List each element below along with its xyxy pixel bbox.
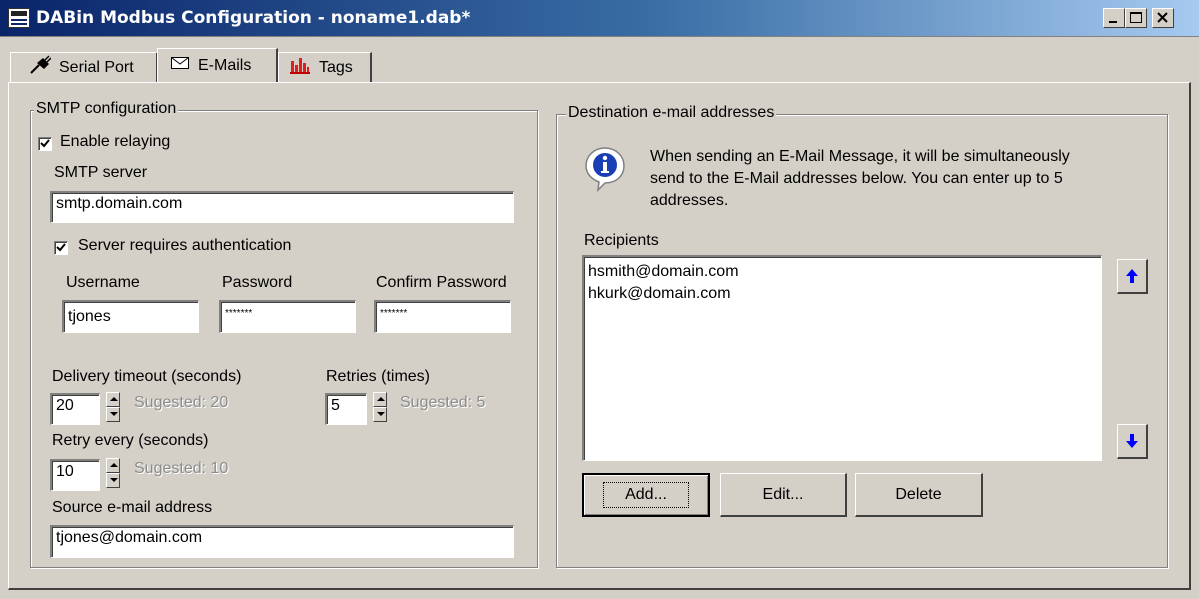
confirm-password-input[interactable]: ******* [374,300,511,333]
retry-every-suggested: Sugested: 10 [134,460,229,477]
tab-tags[interactable]: Tags [278,52,372,82]
spin-down-button[interactable] [106,473,120,488]
add-button-label: Add... [603,482,689,508]
info-text-line1: When sending an E-Mail Message, it will … [650,148,1070,165]
maximize-button[interactable] [1125,8,1147,28]
source-email-label: Source e-mail address [52,499,213,516]
delete-button[interactable]: Delete [855,473,983,517]
list-item[interactable]: hkurk@domain.com [588,283,1097,305]
retry-every-input[interactable]: 10 [50,459,100,491]
arrow-up-icon [377,397,385,401]
retries-spinner[interactable] [373,392,387,422]
spin-down-button[interactable] [106,407,120,422]
minimize-button[interactable] [1103,8,1125,28]
checkmark-icon [56,243,66,252]
arrow-down-icon [110,478,118,482]
retries-suggested: Sugested: 5 [400,394,486,411]
auth-label[interactable]: Server requires authentication [78,237,291,255]
recipients-label: Recipients [584,232,659,249]
bar-chart-icon [289,55,311,80]
title-bar[interactable]: DABin Modbus Configuration - noname1.dab… [0,0,1199,37]
arrow-up-icon [1126,269,1138,283]
info-text-line2: send to the E-Mail addresses below. You … [650,170,1063,187]
spin-up-button[interactable] [106,392,120,407]
tab-label-serial-port: Serial Port [59,58,134,76]
tab-serial-port[interactable]: Serial Port [10,52,158,82]
retries-label: Retries (times) [326,368,431,385]
app-icon[interactable] [8,8,30,28]
add-button[interactable]: Add... [582,473,710,517]
arrow-down-icon [377,412,385,416]
password-input[interactable]: ******* [219,300,356,333]
edit-button-label: Edit... [762,485,804,503]
info-icon [584,146,626,197]
info-text-line3: addresses. [650,192,729,209]
smtp-server-input[interactable]: smtp.domain.com [50,191,514,223]
close-button[interactable] [1152,8,1174,28]
plug-icon [29,55,52,80]
move-up-button[interactable] [1117,259,1148,294]
list-item[interactable]: hsmith@domain.com [588,261,1097,283]
smtp-group-legend: SMTP configuration [34,100,179,118]
close-icon [1157,12,1168,23]
delivery-timeout-suggested: Sugested: 20 [134,394,229,411]
username-input[interactable]: tjones [62,300,199,333]
retries-input[interactable]: 5 [325,393,367,425]
move-down-button[interactable] [1117,424,1148,459]
arrow-up-icon [110,397,118,401]
destination-group-legend: Destination e-mail addresses [566,104,777,122]
delivery-timeout-label: Delivery timeout (seconds) [52,368,242,385]
confirm-password-label: Confirm Password [376,274,507,291]
checkmark-icon [40,139,50,148]
recipients-list[interactable]: hsmith@domain.com hkurk@domain.com [582,255,1102,461]
source-email-input[interactable]: tjones@domain.com [50,525,514,558]
spin-down-button[interactable] [373,407,387,422]
arrow-down-icon [1126,434,1138,448]
edit-button[interactable]: Edit... [720,473,847,517]
username-label: Username [66,274,140,291]
password-label: Password [222,274,293,291]
retry-every-spinner[interactable] [106,458,120,488]
tab-label-e-mails: E-Mails [198,56,252,74]
arrow-up-icon [110,463,118,467]
smtp-server-label: SMTP server [54,164,148,181]
envelope-icon [170,55,190,76]
maximize-icon [1130,12,1142,23]
delete-button-label: Delete [895,485,942,503]
tab-e-mails[interactable]: E-Mails [157,48,278,82]
arrow-down-icon [110,412,118,416]
delivery-timeout-input[interactable]: 20 [50,393,100,425]
spin-up-button[interactable] [106,458,120,473]
spin-up-button[interactable] [373,392,387,407]
auth-checkbox[interactable] [54,241,68,255]
enable-relaying-checkbox[interactable] [38,137,52,151]
minimize-icon [1109,21,1117,23]
enable-relaying-label[interactable]: Enable relaying [60,133,170,151]
retry-every-label: Retry every (seconds) [52,432,209,449]
window-title: DABin Modbus Configuration - noname1.dab… [36,8,471,28]
tab-label-tags: Tags [319,58,353,76]
delivery-timeout-spinner[interactable] [106,392,120,422]
